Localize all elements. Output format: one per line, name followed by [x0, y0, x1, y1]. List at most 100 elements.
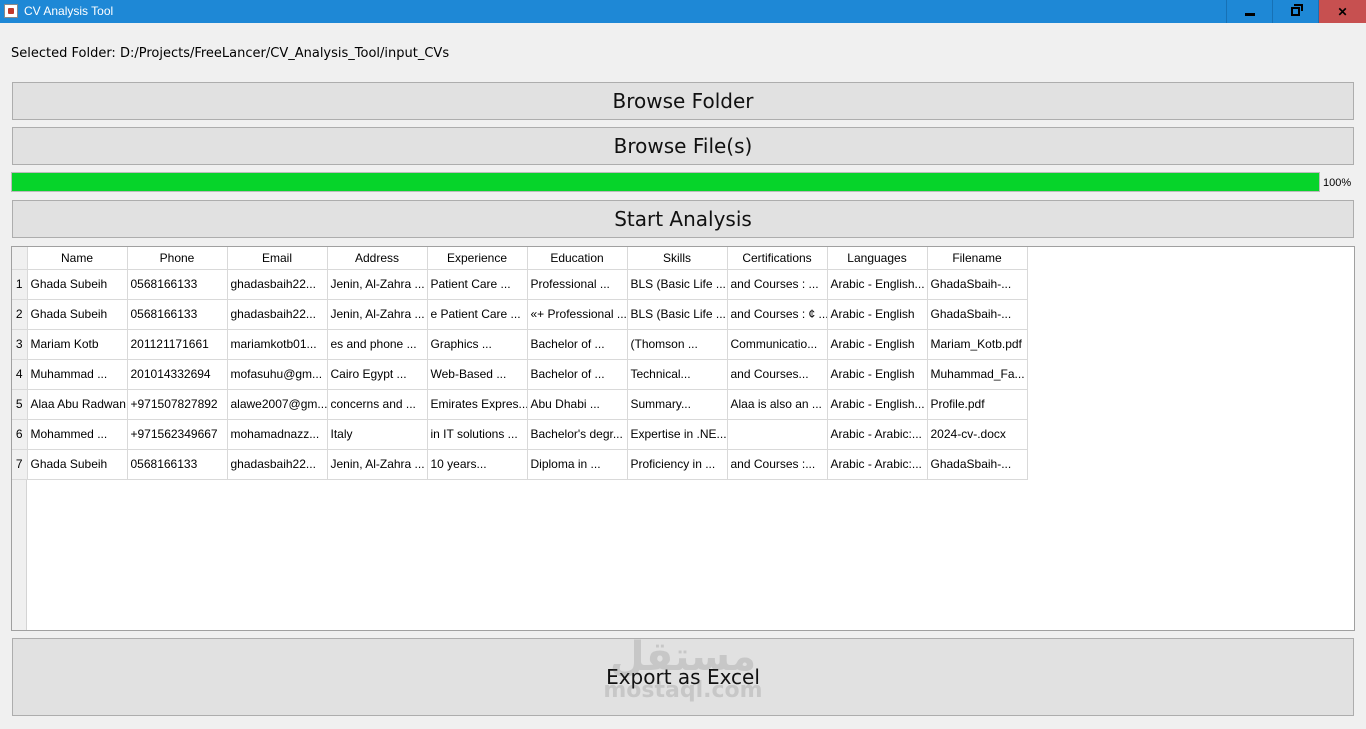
- column-header[interactable]: Email: [227, 247, 328, 270]
- table-cell[interactable]: Arabic - Arabic:...: [827, 419, 928, 450]
- table-cell[interactable]: Arabic - English...: [827, 269, 928, 300]
- table-row[interactable]: 3 Mariam Kotb 201121171661 mariamkotb01... e…: [12, 329, 1028, 360]
- table-cell[interactable]: Ghada Subeih: [27, 269, 128, 300]
- table-cell[interactable]: Arabic - English: [827, 329, 928, 360]
- table-cell[interactable]: 0568166133: [127, 269, 228, 300]
- table-cell[interactable]: BLS (Basic Life ...: [627, 299, 728, 330]
- table-cell[interactable]: Communicatio...: [727, 329, 828, 360]
- table-cell[interactable]: Arabic - English: [827, 299, 928, 330]
- table-cell[interactable]: mariamkotb01...: [227, 329, 328, 360]
- table-cell[interactable]: Bachelor's degr...: [527, 419, 628, 450]
- table-cell[interactable]: Ghada Subeih: [27, 449, 128, 480]
- table-row[interactable]: 2 Ghada Subeih 0568166133 ghadasbaih22... Je…: [12, 299, 1028, 330]
- results-table[interactable]: Name Phone Email Address Experience Education…: [11, 246, 1355, 631]
- table-cell[interactable]: 0568166133: [127, 299, 228, 330]
- table-cell[interactable]: Expertise in .NE...: [627, 419, 728, 450]
- table-cell[interactable]: +971562349667: [127, 419, 228, 450]
- table-cell[interactable]: GhadaSbaih-...: [927, 449, 1028, 480]
- table-cell[interactable]: GhadaSbaih-...: [927, 269, 1028, 300]
- table-cell[interactable]: 0568166133: [127, 449, 228, 480]
- table-cell[interactable]: [727, 419, 828, 450]
- table-cell[interactable]: Diploma in ...: [527, 449, 628, 480]
- start-analysis-button[interactable]: Start Analysis: [12, 200, 1354, 238]
- table-cell[interactable]: Technical...: [627, 359, 728, 390]
- table-cell[interactable]: +971507827892: [127, 389, 228, 420]
- corner-cell[interactable]: [12, 247, 28, 270]
- table-cell[interactable]: (Thomson ...: [627, 329, 728, 360]
- table-cell[interactable]: Summary...: [627, 389, 728, 420]
- table-cell[interactable]: Arabic - Arabic:...: [827, 449, 928, 480]
- table-cell[interactable]: Bachelor of ...: [527, 359, 628, 390]
- table-cell[interactable]: Mariam Kotb: [27, 329, 128, 360]
- table-cell[interactable]: e Patient Care ...: [427, 299, 528, 330]
- table-cell[interactable]: Emirates Expres...: [427, 389, 528, 420]
- table-cell[interactable]: Abu Dhabi ...: [527, 389, 628, 420]
- table-cell[interactable]: Mohammed ...: [27, 419, 128, 450]
- table-cell[interactable]: Muhammad_Fa...: [927, 359, 1028, 390]
- table-cell[interactable]: Mariam_Kotb.pdf: [927, 329, 1028, 360]
- export-excel-button[interactable]: Export as Excel: [12, 638, 1354, 716]
- table-cell[interactable]: 10 years...: [427, 449, 528, 480]
- table-cell[interactable]: and Courses...: [727, 359, 828, 390]
- row-number[interactable]: 2: [12, 299, 28, 330]
- table-cell[interactable]: Graphics ...: [427, 329, 528, 360]
- table-cell[interactable]: Jenin, Al-Zahra ...: [327, 449, 428, 480]
- table-cell[interactable]: ghadasbaih22...: [227, 299, 328, 330]
- table-cell[interactable]: BLS (Basic Life ...: [627, 269, 728, 300]
- row-number[interactable]: 3: [12, 329, 28, 360]
- column-header[interactable]: Skills: [627, 247, 728, 270]
- table-cell[interactable]: Cairo Egypt ...: [327, 359, 428, 390]
- table-row[interactable]: 7 Ghada Subeih 0568166133 ghadasbaih22... Je…: [12, 449, 1028, 480]
- row-number[interactable]: 5: [12, 389, 28, 420]
- column-header[interactable]: Education: [527, 247, 628, 270]
- table-cell[interactable]: and Courses :...: [727, 449, 828, 480]
- column-header[interactable]: Certifications: [727, 247, 828, 270]
- table-cell[interactable]: Professional ...: [527, 269, 628, 300]
- column-header[interactable]: Languages: [827, 247, 928, 270]
- table-cell[interactable]: Muhammad ...: [27, 359, 128, 390]
- table-cell[interactable]: «+ Professional ...: [527, 299, 628, 330]
- table-cell[interactable]: Bachelor of ...: [527, 329, 628, 360]
- table-cell[interactable]: Patient Care ...: [427, 269, 528, 300]
- row-number[interactable]: 4: [12, 359, 28, 390]
- table-cell[interactable]: es and phone ...: [327, 329, 428, 360]
- table-cell[interactable]: Web-Based ...: [427, 359, 528, 390]
- table-cell[interactable]: 2024-cv-.docx: [927, 419, 1028, 450]
- table-cell[interactable]: Ghada Subeih: [27, 299, 128, 330]
- close-button[interactable]: ✕: [1318, 0, 1366, 23]
- table-row[interactable]: 1 Ghada Subeih 0568166133 ghadasbaih22... Je…: [12, 269, 1028, 300]
- table-row[interactable]: 6 Mohammed ... +971562349667 mohamadnazz...…: [12, 419, 1028, 450]
- table-cell[interactable]: Arabic - English: [827, 359, 928, 390]
- table-cell[interactable]: alawe2007@gm...: [227, 389, 328, 420]
- minimize-button[interactable]: [1226, 0, 1272, 23]
- row-number[interactable]: 1: [12, 269, 28, 300]
- row-number[interactable]: 7: [12, 449, 28, 480]
- browse-files-button[interactable]: Browse File(s): [12, 127, 1354, 165]
- table-cell[interactable]: ghadasbaih22...: [227, 269, 328, 300]
- table-row[interactable]: 4 Muhammad ... 201014332694 mofasuhu@gm... C…: [12, 359, 1028, 390]
- maximize-button[interactable]: [1272, 0, 1318, 23]
- table-cell[interactable]: mohamadnazz...: [227, 419, 328, 450]
- column-header[interactable]: Name: [27, 247, 128, 270]
- table-cell[interactable]: Italy: [327, 419, 428, 450]
- table-cell[interactable]: Proficiency in ...: [627, 449, 728, 480]
- table-cell[interactable]: GhadaSbaih-...: [927, 299, 1028, 330]
- table-cell[interactable]: and Courses : ...: [727, 269, 828, 300]
- table-cell[interactable]: 201121171661: [127, 329, 228, 360]
- table-cell[interactable]: in IT solutions ...: [427, 419, 528, 450]
- table-cell[interactable]: Alaa Abu Radwan: [27, 389, 128, 420]
- table-cell[interactable]: and Courses : ¢ ...: [727, 299, 828, 330]
- table-cell[interactable]: 201014332694: [127, 359, 228, 390]
- browse-folder-button[interactable]: Browse Folder: [12, 82, 1354, 120]
- row-number[interactable]: 6: [12, 419, 28, 450]
- table-cell[interactable]: Jenin, Al-Zahra ...: [327, 299, 428, 330]
- column-header[interactable]: Phone: [127, 247, 228, 270]
- column-header[interactable]: Experience: [427, 247, 528, 270]
- table-cell[interactable]: Arabic - English...: [827, 389, 928, 420]
- table-cell[interactable]: ghadasbaih22...: [227, 449, 328, 480]
- column-header[interactable]: Filename: [927, 247, 1028, 270]
- table-cell[interactable]: mofasuhu@gm...: [227, 359, 328, 390]
- table-cell[interactable]: Jenin, Al-Zahra ...: [327, 269, 428, 300]
- table-cell[interactable]: concerns and ...: [327, 389, 428, 420]
- column-header[interactable]: Address: [327, 247, 428, 270]
